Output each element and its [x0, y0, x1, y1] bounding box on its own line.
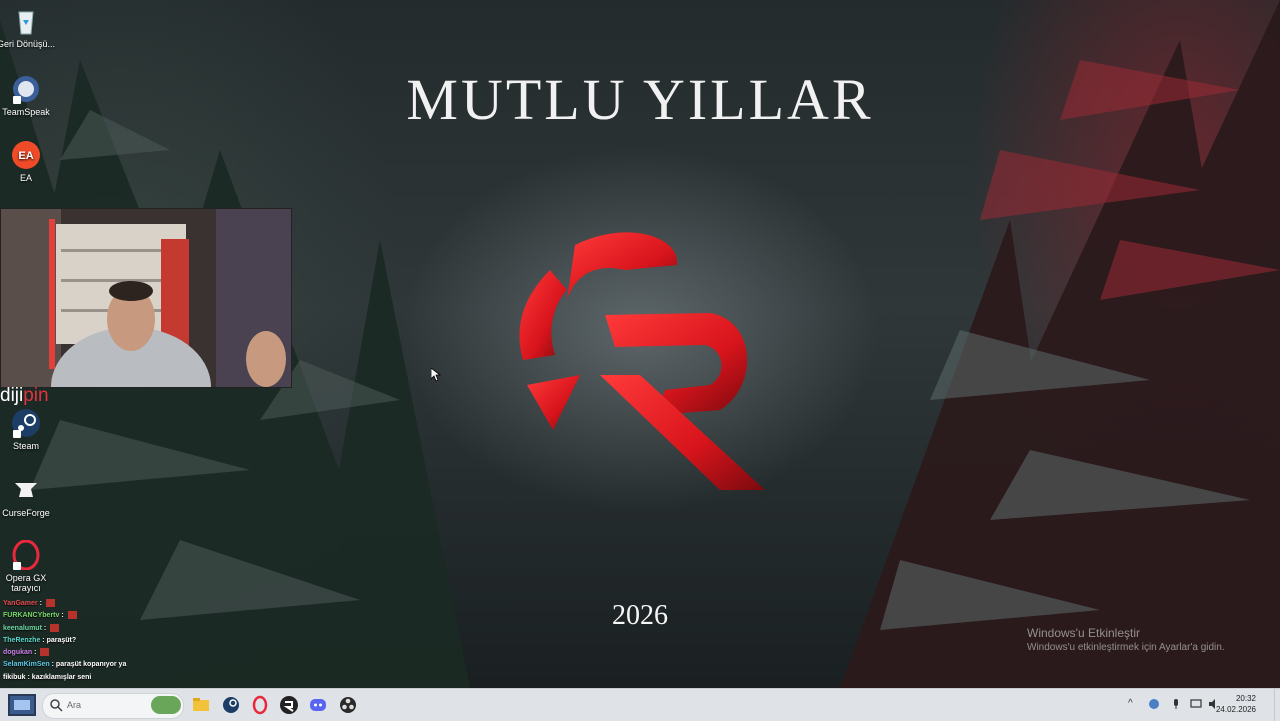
opera-gx-icon — [252, 695, 268, 715]
file-explorer-icon — [193, 698, 209, 711]
taskbar-discord[interactable] — [307, 694, 329, 716]
chat-username: keenalumut — [3, 624, 42, 632]
taskbar-search-box[interactable]: Ara — [42, 693, 184, 719]
taskbar-opera-gx[interactable] — [249, 694, 271, 716]
steam-icon — [223, 697, 239, 713]
desktop-icon-recycle-bin[interactable]: Geri Dönüşü... — [0, 6, 56, 49]
desktop-icon-label: CurseForge — [2, 508, 50, 518]
ea-icon: EA — [11, 140, 41, 170]
chat-username: fikibuk — [3, 673, 26, 681]
activation-subtitle: Windows'u etkinleştirmek için Ayarlar'a … — [1027, 642, 1225, 653]
network-status-icon[interactable] — [1148, 698, 1160, 710]
chat-message: SelamKimSen : paraşüt kopanıyor ya — [3, 661, 127, 669]
red-logo-emblem — [519, 232, 765, 490]
chat-message: YanGamer : — [3, 598, 126, 610]
teamspeak-icon — [11, 74, 41, 104]
show-desktop-button[interactable] — [1274, 689, 1280, 721]
desktop-icon-opera-gx[interactable]: Opera GX tarayıcı — [0, 539, 56, 593]
desktop-icon-curseforge[interactable]: CurseForge — [0, 475, 56, 518]
desktop-icon-label: Steam — [12, 441, 39, 451]
emote-icon — [67, 611, 77, 620]
taskbar-obs[interactable] — [337, 694, 359, 716]
search-placeholder: Ara — [67, 700, 82, 710]
desktop-icon-teamspeak[interactable]: TeamSpeak — [0, 74, 56, 117]
sponsor-logo-prefix: diji — [0, 385, 24, 406]
emote-icon — [50, 623, 60, 632]
stream-chat-overlay: YanGamer : FURKANCYbertv : keenalumut : … — [3, 598, 126, 684]
search-icon — [50, 699, 63, 712]
taskbar: Ara ^ 20:32 24.02.2026 — [0, 688, 1280, 721]
desktop-icon-label: TeamSpeak — [2, 107, 50, 117]
chat-username: SelamKimSen — [3, 661, 50, 669]
chat-text: paraşüt kopanıyor ya — [55, 661, 127, 669]
sponsor-logo-suffix: pin — [23, 385, 49, 406]
clock-time: 20:32 — [1235, 694, 1256, 703]
chat-username: YanGamer — [3, 600, 38, 607]
chat-text: kazıklamışlar seni — [31, 673, 92, 681]
chat-message: FURKANCYbertv : — [3, 610, 126, 622]
start-button[interactable] — [8, 694, 36, 716]
mouse-cursor-icon — [431, 368, 441, 382]
desktop-icon-ea[interactable]: EA EA — [0, 140, 56, 183]
taskbar-clock[interactable]: 20:32 24.02.2026 — [1216, 693, 1256, 715]
sponsor-logo-dijipin: dijipin — [0, 385, 49, 407]
logo-app-icon — [280, 696, 298, 714]
chat-message: dogukan : — [3, 647, 126, 659]
search-highlight-icon — [151, 696, 181, 714]
desktop-icon-steam[interactable]: Steam — [0, 408, 56, 451]
desktop-icon-label: Geri Dönüşü... — [0, 39, 56, 49]
chat-message: TheRenzhe : paraşüt? — [3, 636, 77, 644]
microphone-icon[interactable] — [1170, 698, 1182, 710]
chat-message: keenalumut : — [3, 623, 126, 635]
chat-username: TheRenzhe — [3, 636, 41, 644]
emote-icon — [45, 599, 55, 608]
emote-icon — [40, 648, 50, 657]
taskbar-steam[interactable] — [220, 694, 242, 716]
clock-date: 24.02.2026 — [1215, 705, 1256, 714]
curseforge-icon — [11, 475, 41, 505]
taskbar-logo-app[interactable] — [278, 694, 300, 716]
steam-icon — [11, 408, 41, 438]
wallpaper-title: MUTLU YILLAR — [406, 67, 874, 132]
recycle-bin-icon — [11, 6, 41, 36]
activation-title: Windows'u Etkinleştir — [1027, 626, 1140, 640]
opera-gx-icon — [11, 539, 41, 571]
webcam-overlay — [0, 208, 292, 388]
svg-text:EA: EA — [18, 150, 33, 162]
chat-username: dogukan — [3, 649, 33, 657]
chat-text: paraşüt? — [46, 636, 77, 644]
desktop-icon-label: EA — [19, 173, 32, 183]
obs-icon — [340, 697, 356, 713]
tray-overflow-chevron-icon[interactable]: ^ — [1128, 698, 1133, 709]
display-icon[interactable] — [1190, 698, 1202, 710]
taskbar-file-explorer[interactable] — [190, 694, 212, 716]
desktop-icon-label: Opera GX tarayıcı — [5, 573, 47, 593]
chat-message: fikibuk : kazıklamışlar seni — [3, 673, 92, 681]
windows-activation-watermark: Windows'u Etkinleştir Windows'u etkinleş… — [1027, 626, 1225, 653]
chat-username: FURKANCYbertv — [3, 612, 60, 620]
discord-icon — [310, 699, 326, 711]
